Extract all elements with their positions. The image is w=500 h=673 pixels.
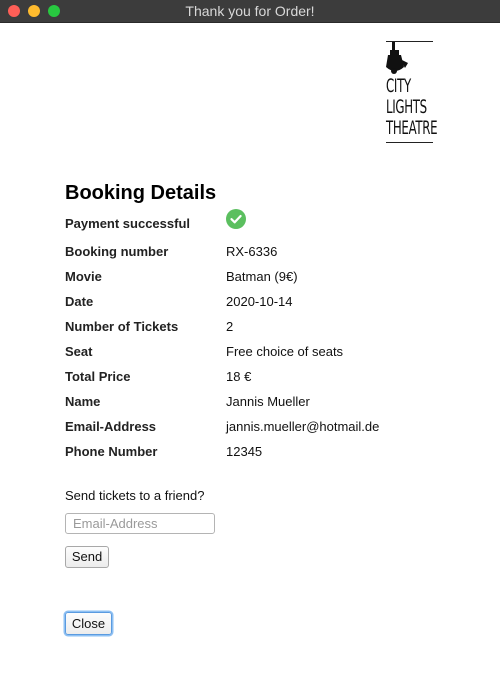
close-button[interactable]: Close [65, 612, 112, 635]
detail-row-name: Name Jannis Mueller [65, 393, 445, 411]
detail-row-seat: Seat Free choice of seats [65, 343, 445, 361]
detail-label: Total Price [65, 369, 131, 384]
detail-row-booking-number: Booking number RX-6336 [65, 243, 445, 261]
detail-row-number-of-tickets: Number of Tickets 2 [65, 318, 445, 336]
spotlight-icon [386, 42, 408, 74]
logo-line: THEATRE [386, 117, 438, 139]
detail-label: Number of Tickets [65, 319, 179, 334]
detail-row-date: Date 2020-10-14 [65, 293, 445, 311]
logo-line: LIGHTS [386, 96, 427, 118]
detail-value: Batman (9€) [226, 269, 298, 284]
send-tickets-label: Send tickets to a friend? [65, 488, 205, 503]
detail-row-total-price: Total Price 18 € [65, 368, 445, 386]
detail-label: Email-Address [65, 419, 157, 434]
detail-label: Seat [65, 344, 93, 359]
detail-row-movie: Movie Batman (9€) [65, 268, 445, 286]
detail-value: 18 € [226, 369, 252, 384]
detail-row-phone-number: Phone Number 12345 [65, 443, 445, 461]
friend-email-input[interactable] [65, 513, 215, 534]
detail-value: Free choice of seats [226, 344, 344, 359]
logo-wordmark: CITY LIGHTS THEATRE [386, 75, 438, 139]
send-button[interactable]: Send [65, 546, 109, 568]
dialog-window: Thank you for Order! CITY LIGHTS THEATRE… [0, 0, 500, 673]
page-title: Booking Details [65, 182, 217, 204]
city-lights-theatre-logo: CITY LIGHTS THEATRE [384, 40, 438, 146]
payment-status-label: Payment successful [65, 216, 191, 231]
detail-value: RX-6336 [226, 244, 278, 259]
detail-value: Jannis Mueller [226, 394, 310, 409]
detail-label: Phone Number [65, 444, 158, 459]
detail-label: Booking number [65, 244, 169, 259]
logo-bottom-rule [386, 142, 433, 143]
window-title: Thank you for Order! [185, 3, 315, 19]
detail-label: Date [65, 294, 94, 309]
title-bar[interactable]: Thank you for Order! [0, 0, 500, 23]
detail-value: 12345 [226, 444, 263, 459]
payment-status-row: Payment successful [65, 209, 445, 233]
detail-row-email-address: Email-Address jannis.mueller@hotmail.de [65, 418, 445, 436]
detail-label: Movie [65, 269, 102, 284]
detail-value: 2020-10-14 [226, 294, 293, 309]
detail-value: jannis.mueller@hotmail.de [226, 419, 380, 434]
check-circle-icon [226, 209, 246, 229]
logo-line: CITY [386, 75, 411, 97]
detail-value: 2 [226, 319, 234, 334]
detail-label: Name [65, 394, 101, 409]
